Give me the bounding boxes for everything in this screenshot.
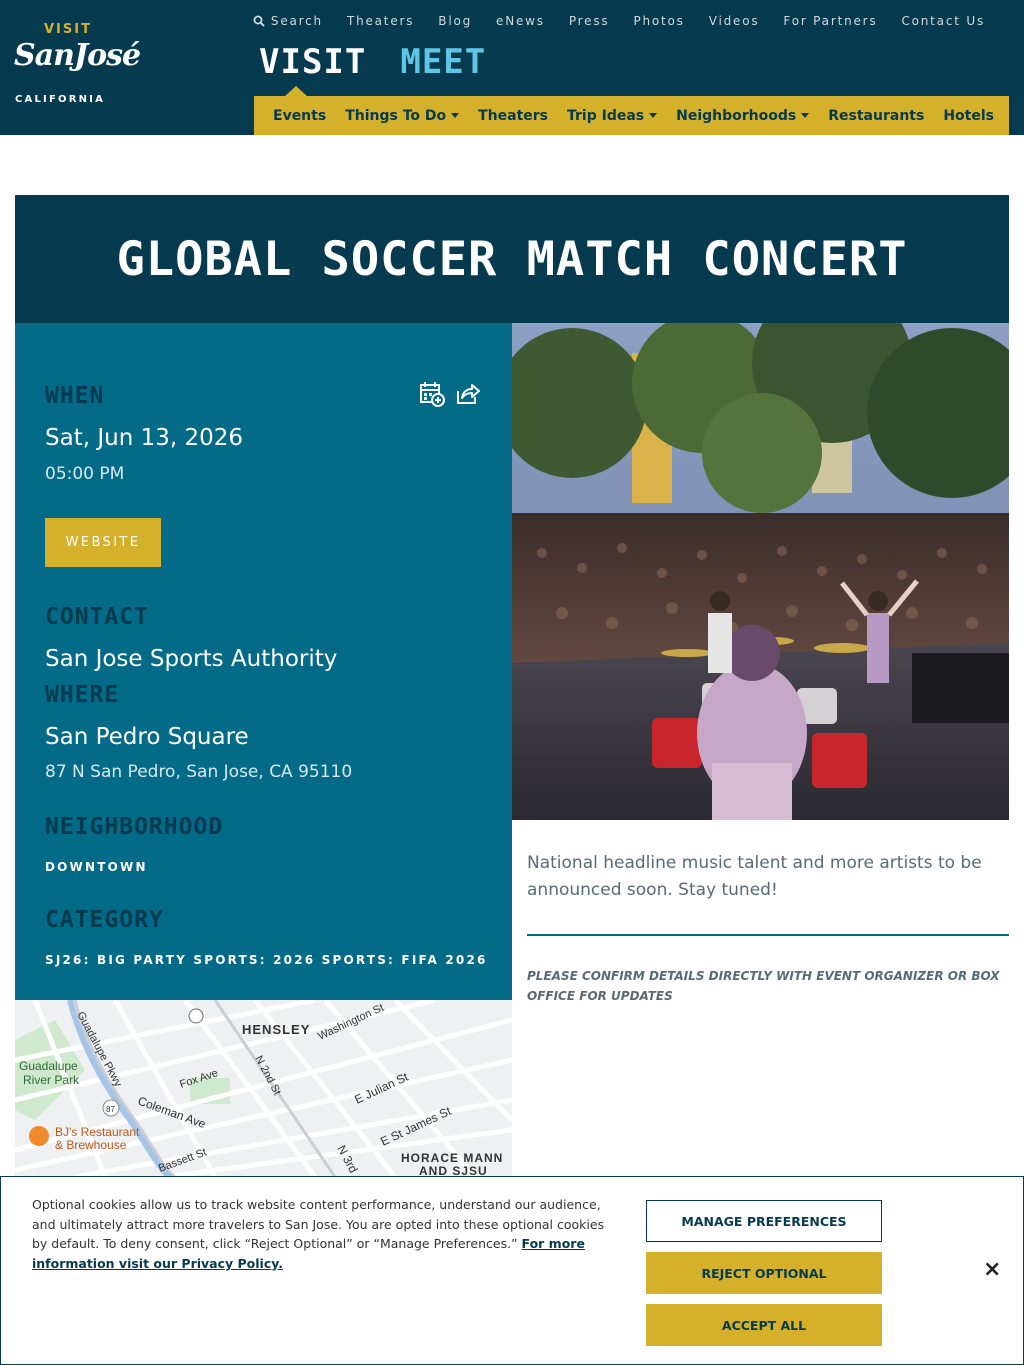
main-nav-label: Neighborhoods	[676, 107, 797, 124]
search-label: Search	[270, 14, 323, 28]
event-photo	[512, 323, 1009, 820]
map-label-hensley: HENSLEY	[242, 1022, 310, 1037]
when-label: WHEN	[45, 383, 105, 409]
logo-visit-text: VISIT	[44, 22, 92, 37]
active-tab-indicator	[285, 86, 307, 96]
map-label-park-1: Guadalupe	[19, 1059, 78, 1073]
main-nav-restaurants[interactable]: Restaurants	[828, 108, 924, 124]
event-time: 05:00 PM	[45, 464, 125, 484]
caret-down-icon	[649, 113, 658, 118]
event-date: Sat, Jun 13, 2026	[45, 425, 244, 451]
utility-nav-theaters[interactable]: Theaters	[347, 14, 414, 28]
description-divider	[527, 934, 1009, 936]
where-label: WHERE	[45, 682, 120, 708]
utility-nav-press[interactable]: Press	[569, 14, 610, 28]
utility-nav-contact-us[interactable]: Contact Us	[901, 14, 985, 28]
cookie-message: Optional cookies allow us to track websi…	[32, 1197, 605, 1252]
venue-name: San Pedro Square	[45, 724, 249, 750]
website-button[interactable]: WEBSITE	[45, 518, 161, 567]
map-label-highway-87: 87	[106, 1105, 115, 1114]
main-nav-label: Things To Do	[345, 107, 447, 124]
manage-preferences-button[interactable]: MANAGE PREFERENCES	[646, 1200, 882, 1242]
cookie-consent-text: Optional cookies allow us to track websi…	[32, 1195, 622, 1273]
main-nav-neighborhoods[interactable]: Neighborhoods	[676, 107, 810, 124]
utility-nav-photos[interactable]: Photos	[633, 14, 684, 28]
concert-photo-illustration	[512, 323, 1009, 820]
map-canvas: HENSLEY Washington St Guadalupe River Pa…	[15, 1000, 512, 1177]
utility-nav-enews[interactable]: eNews	[496, 14, 545, 28]
map-label-park-2: River Park	[23, 1073, 80, 1087]
visit-san-jose-logo[interactable]: VISIT SanJosé CALIFORNIA	[14, 22, 141, 108]
logo-region-text: CALIFORNIA	[15, 94, 106, 105]
category-label: CATEGORY	[45, 907, 164, 933]
main-nav-label: Trip Ideas	[567, 107, 645, 124]
main-nav-label: Restaurants	[828, 107, 925, 124]
contact-label: CONTACT	[45, 604, 149, 630]
close-icon[interactable]: ×	[983, 1257, 1001, 1282]
category-list[interactable]: SJ26: BIG PARTY SPORTS: 2026 SPORTS: FIF…	[45, 953, 488, 967]
page-title: GLOBAL SOCCER MATCH CONCERT	[116, 231, 908, 287]
main-nav: Events Things To Do Theaters Trip Ideas …	[254, 96, 1009, 135]
utility-nav-for-partners[interactable]: For Partners	[783, 14, 877, 28]
share-icon[interactable]	[455, 381, 481, 407]
caret-down-icon	[801, 113, 810, 118]
accept-all-button[interactable]: ACCEPT ALL	[646, 1304, 882, 1346]
event-map[interactable]: HENSLEY Washington St Guadalupe River Pa…	[15, 1000, 512, 1177]
map-label-bjs-1: BJ's Restaurant	[55, 1125, 140, 1139]
contact-name: San Jose Sports Authority	[45, 646, 338, 672]
map-label-bjs-2: & Brewhouse	[55, 1138, 127, 1152]
main-nav-label: Events	[273, 107, 327, 124]
audience-nav: VISIT MEET	[259, 42, 486, 82]
utility-nav-videos[interactable]: Videos	[709, 14, 760, 28]
utility-nav-blog[interactable]: Blog	[438, 14, 472, 28]
main-nav-label: Theaters	[478, 107, 549, 124]
map-label-horace-mann-1: HORACE MANN	[401, 1151, 503, 1165]
logo-name-text: SanJosé	[14, 38, 141, 73]
event-actions	[419, 381, 481, 407]
utility-nav-search[interactable]: Search	[253, 14, 323, 28]
main-nav-things-to-do[interactable]: Things To Do	[345, 107, 460, 124]
main-nav-events[interactable]: Events	[273, 108, 326, 124]
event-description: National headline music talent and more …	[527, 853, 982, 900]
search-icon	[253, 15, 265, 27]
confirm-details-note: PLEASE CONFIRM DETAILS DIRECTLY WITH EVE…	[527, 969, 1000, 1003]
main-nav-theaters[interactable]: Theaters	[478, 108, 548, 124]
cookie-consent-banner: Optional cookies allow us to track websi…	[0, 1176, 1024, 1365]
main-nav-trip-ideas[interactable]: Trip Ideas	[567, 107, 658, 124]
caret-down-icon	[451, 113, 460, 118]
event-title-band: GLOBAL SOCCER MATCH CONCERT	[15, 195, 1009, 323]
audience-tab-visit[interactable]: VISIT	[259, 42, 366, 82]
utility-nav: Search Theaters Blog eNews Press Photos …	[253, 14, 985, 28]
neighborhood-link[interactable]: DOWNTOWN	[45, 860, 148, 874]
venue-address: 87 N San Pedro, San Jose, CA 95110	[45, 762, 353, 782]
main-nav-hotels[interactable]: Hotels	[943, 108, 994, 124]
neighborhood-label: NEIGHBORHOOD	[45, 814, 224, 840]
event-details-panel: WHEN Sat, Jun 13, 2026 05:00 PM WEBSITE …	[15, 323, 512, 1000]
reject-optional-button[interactable]: REJECT OPTIONAL	[646, 1252, 882, 1294]
add-to-calendar-icon[interactable]	[419, 381, 445, 407]
audience-tab-meet[interactable]: MEET	[400, 42, 486, 82]
site-header: VISIT SanJosé CALIFORNIA Search Theaters…	[0, 0, 1024, 135]
main-nav-label: Hotels	[943, 107, 994, 124]
